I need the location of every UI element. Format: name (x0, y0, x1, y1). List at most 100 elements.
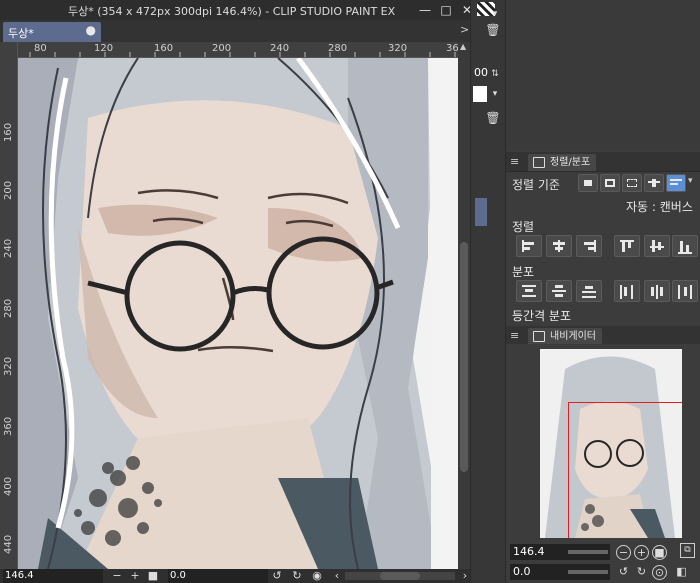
ruler-label: 200 (212, 43, 232, 54)
navigator-panel-header: ≡ 내비게이터 (506, 326, 700, 346)
align-panel-header: ≡ 정렬/분포 (506, 152, 700, 172)
status-bar: 146.4 − + ■ 0.0 ↺ ↻ ◉ ‹ › (0, 569, 505, 583)
ruler-label: 320 (388, 43, 408, 54)
auto-canvas-label: 자동 : 캔버스 (626, 200, 693, 214)
ruler-label: 440 (3, 534, 14, 554)
distribute-right-button[interactable] (672, 280, 698, 302)
basis-frame-button[interactable] (644, 174, 664, 192)
reset-rotation-icon[interactable]: ⊙ (652, 565, 667, 580)
ruler-label: 160 (3, 122, 14, 142)
trash-icon[interactable]: 🗑 (485, 22, 501, 38)
zoom-in-icon[interactable]: + (128, 569, 142, 583)
ruler-label: 360 (3, 416, 14, 436)
rotate-right-icon[interactable]: ↻ (634, 565, 649, 580)
navigator-panel-icon (533, 331, 545, 342)
chevron-down-icon[interactable]: ▾ (487, 6, 503, 22)
window-title: 두상* (354 x 472px 300dpi 146.4%) - CLIP S… (68, 5, 396, 18)
vertical-scrollbar-thumb[interactable] (460, 242, 468, 472)
zoom-out-icon[interactable]: − (110, 569, 124, 583)
align-basis-label: 정렬 기준 (512, 178, 560, 192)
ruler-label: 280 (328, 43, 348, 54)
align-section-label: 정렬 (512, 220, 535, 234)
ruler-label: 280 (3, 298, 14, 318)
navigator-preview[interactable] (506, 344, 700, 538)
layer-indicator (475, 198, 487, 226)
flip-horizontal-icon[interactable]: ◧ (674, 565, 689, 580)
document-tab-label: 두상* (8, 27, 34, 40)
distribute-left-button[interactable] (614, 280, 640, 302)
basis-selection-button[interactable] (578, 174, 598, 192)
tab-align-distribute[interactable]: 정렬/분포 (528, 154, 597, 171)
title-bar: 두상* (354 x 472px 300dpi 146.4%) - CLIP S… (0, 0, 505, 20)
vertical-scrollbar[interactable]: ▲ (458, 42, 470, 569)
ruler-label: 120 (94, 43, 114, 54)
chevron-down-icon[interactable]: ▾ (688, 176, 693, 186)
trash-icon[interactable]: 🗑 (485, 110, 501, 126)
align-left-button[interactable] (516, 235, 542, 257)
reset-rotation-icon[interactable]: ◉ (310, 569, 324, 583)
ruler-label: 240 (3, 238, 14, 258)
rotate-right-icon[interactable]: ↻ (290, 569, 304, 583)
ruler-label: 160 (154, 43, 174, 54)
distribute-center-v-button[interactable] (546, 280, 572, 302)
navigator-tab-label: 내비게이터 (550, 331, 596, 342)
chevron-down-icon[interactable]: ▾ (487, 86, 503, 102)
horizontal-ruler: 80 120 160 200 240 280 320 36 (18, 42, 458, 58)
basis-layer-button[interactable] (600, 174, 620, 192)
equal-spacing-label: 등간격 분포 (512, 309, 572, 323)
align-center-v-button[interactable] (644, 235, 670, 257)
canvas-margin (431, 58, 458, 569)
tab-overflow-icon[interactable]: > (460, 23, 469, 36)
document-tab-bar: 두상* ● > (0, 20, 470, 42)
panel-menu-icon[interactable]: ≡ (510, 155, 519, 168)
stepper-icon[interactable]: ⇅ (487, 66, 503, 82)
vertical-ruler: 160 200 240 280 320 360 400 440 (0, 42, 18, 569)
align-panel-tab-label: 정렬/분포 (550, 157, 591, 168)
align-panel-icon (533, 157, 545, 168)
basis-object-button[interactable] (622, 174, 642, 192)
value-fragment: 00 (474, 66, 488, 79)
panel-menu-icon[interactable]: ≡ (510, 329, 519, 342)
align-right-button[interactable] (576, 235, 602, 257)
right-panel: ≡ 정렬/분포 정렬 기준 ▾ 자동 : 캔버스 정렬 분포 등간격 분포 ≡ … (505, 0, 700, 583)
horizontal-scrollbar[interactable] (345, 572, 455, 580)
rotate-left-icon[interactable]: ↺ (616, 565, 631, 580)
drawing-canvas[interactable] (18, 58, 458, 569)
stop-icon[interactable]: ■ (146, 569, 160, 583)
navigator-view-frame[interactable] (568, 402, 682, 538)
ruler-label: 80 (34, 43, 47, 54)
zoom-out-icon[interactable]: − (616, 545, 631, 560)
rotation-slider[interactable] (568, 570, 608, 574)
distribute-top-button[interactable] (516, 280, 542, 302)
ruler-label: 400 (3, 476, 14, 496)
document-tab[interactable]: 두상* ● (3, 22, 101, 42)
align-center-h-button[interactable] (546, 235, 572, 257)
zoom-field[interactable]: 146.4 (3, 569, 103, 583)
minimize-button[interactable]: — (417, 2, 433, 18)
ruler-label: 200 (3, 180, 14, 200)
angle-field[interactable]: 0.0 (168, 569, 268, 583)
maximize-button[interactable]: □ (438, 2, 454, 18)
rotate-left-icon[interactable]: ↺ (270, 569, 284, 583)
align-bottom-button[interactable] (672, 235, 698, 257)
scroll-up-icon[interactable]: ▲ (460, 42, 466, 51)
zoom-slider[interactable] (568, 550, 608, 554)
fullscreen-icon[interactable]: ⧉ (680, 543, 695, 558)
distribute-center-h-button[interactable] (644, 280, 670, 302)
navigator-thumbnail[interactable] (540, 349, 682, 538)
ruler-label: 320 (3, 356, 14, 376)
ruler-label: 240 (270, 43, 290, 54)
horizontal-scrollbar-thumb[interactable] (380, 572, 420, 580)
scroll-left-icon[interactable]: ‹ (330, 569, 344, 583)
color-swatch[interactable] (473, 86, 487, 102)
distribute-section-label: 분포 (512, 265, 535, 279)
fit-icon[interactable]: ■ (652, 545, 667, 560)
distribute-bottom-button[interactable] (576, 280, 602, 302)
align-top-button[interactable] (614, 235, 640, 257)
tab-navigator[interactable]: 내비게이터 (528, 328, 602, 345)
panel-empty-area (506, 0, 700, 150)
basis-canvas-button[interactable] (666, 174, 686, 192)
ruler-label: 36 (446, 43, 458, 54)
artwork-portrait (18, 58, 448, 569)
zoom-in-icon[interactable]: + (634, 545, 649, 560)
